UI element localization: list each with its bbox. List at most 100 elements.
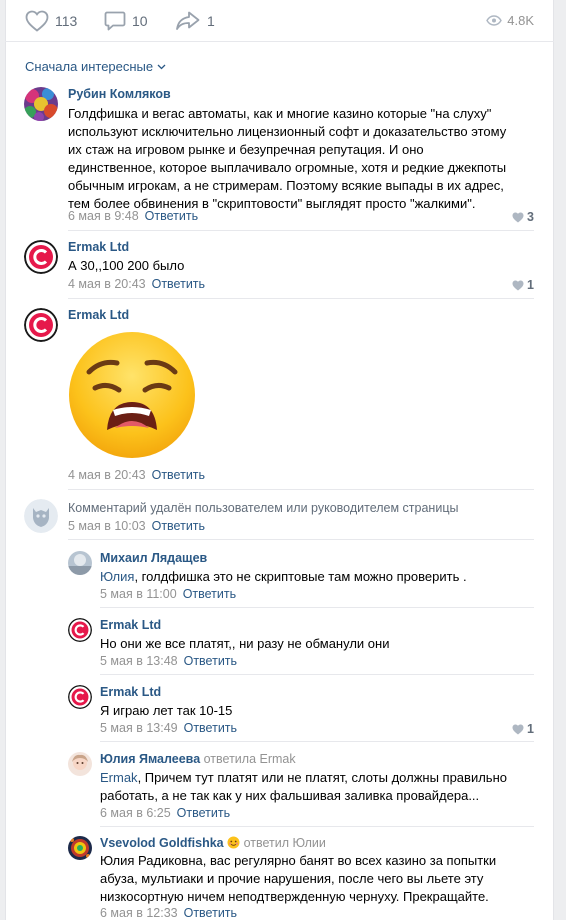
- reply-author[interactable]: Ermak Ltd: [100, 685, 161, 699]
- comment-meta: 4 мая в 20:43 Ответить: [68, 468, 205, 482]
- reply-date[interactable]: 5 мая в 11:00: [100, 587, 177, 601]
- reply-button[interactable]: Ответить: [152, 519, 205, 533]
- comment-meta: 5 мая в 10:03 Ответить: [68, 519, 205, 533]
- avatar[interactable]: [68, 618, 92, 642]
- divider: [100, 826, 534, 827]
- mention-link[interactable]: Юлия: [100, 569, 134, 584]
- reply-like-button[interactable]: 1: [512, 722, 534, 736]
- reply-author-name[interactable]: Vsevolod Goldfishka: [100, 836, 224, 850]
- avatar-image: [68, 836, 92, 860]
- mention-link[interactable]: Ermak: [100, 770, 138, 785]
- reply-button[interactable]: Ответить: [184, 654, 237, 668]
- reply-date[interactable]: 5 мая в 13:49: [100, 721, 178, 735]
- reply-text: Ermak, Причем тут платят или не платят, …: [100, 769, 507, 805]
- reply-relation[interactable]: ответил Юлии: [244, 836, 326, 850]
- comment-text: Голдфишка и вегас автоматы, как и многие…: [68, 105, 538, 213]
- avatar[interactable]: [24, 87, 58, 121]
- comment-author[interactable]: Рубин Комляков: [68, 87, 171, 101]
- comment-date[interactable]: 6 мая в 9:48: [68, 209, 139, 223]
- comment-icon: [104, 11, 126, 31]
- reply-author-name[interactable]: Юлия Ямалеева: [100, 752, 200, 766]
- sort-label: Сначала интересные: [25, 59, 154, 74]
- avatar[interactable]: [24, 240, 58, 274]
- reply-button[interactable]: Ответить: [184, 906, 237, 920]
- share-arrow-icon: [176, 11, 200, 30]
- reply-meta: 5 мая в 13:49 Ответить: [100, 721, 237, 735]
- avatar[interactable]: [68, 752, 92, 776]
- reply-text-body: , голдфишка это не скриптовые там можно …: [134, 569, 467, 584]
- reply-text: Я играю лет так 10-15: [100, 703, 233, 718]
- comment-date[interactable]: 4 мая в 20:43: [68, 468, 146, 482]
- comment-author[interactable]: Ermak Ltd: [68, 240, 129, 254]
- comment-date[interactable]: 5 мая в 10:03: [68, 519, 146, 533]
- heart-icon: [25, 10, 49, 32]
- comment-meta: 4 мая в 20:43 Ответить: [68, 277, 205, 291]
- reply-button[interactable]: Ответить: [183, 587, 236, 601]
- divider: [100, 674, 534, 675]
- share-button[interactable]: 1: [175, 10, 215, 32]
- comment-line: их стаж на игровом рынке и безупречная р…: [68, 142, 424, 157]
- reply-author: Vsevolod Goldfishka ответил Юлии: [100, 836, 326, 850]
- ermak-logo-icon: [68, 618, 92, 642]
- avatar-deleted: [24, 499, 58, 533]
- chevron-down-icon: [157, 64, 166, 70]
- reply-line: абуза, мультиаки и прочие нарушения, пос…: [100, 871, 484, 886]
- avatar-image: [24, 87, 58, 121]
- comment-date[interactable]: 4 мая в 20:43: [68, 277, 146, 291]
- reply-button[interactable]: Ответить: [145, 209, 198, 223]
- like-button[interactable]: 113: [25, 10, 77, 32]
- ermak-logo-icon: [68, 685, 92, 709]
- reply-date[interactable]: 5 мая в 13:48: [100, 654, 178, 668]
- reply-meta: 6 мая в 12:33 Ответить: [100, 906, 237, 920]
- heart-icon: [512, 724, 524, 734]
- reply-line: низкосортную ничем неподтвержденную черн…: [100, 889, 489, 904]
- reply-date[interactable]: 6 мая в 6:25: [100, 806, 171, 820]
- reply-author[interactable]: Ermak Ltd: [100, 618, 161, 632]
- blush-emoji-icon: [227, 836, 240, 849]
- comment-like-button[interactable]: 3: [512, 210, 534, 224]
- comment-text: А 30,,100 200 было: [68, 258, 185, 273]
- reply-button[interactable]: Ответить: [152, 468, 205, 482]
- reply-button[interactable]: Ответить: [177, 806, 230, 820]
- divider: [100, 741, 534, 742]
- eye-icon: [486, 15, 503, 26]
- like-count: 113: [55, 13, 78, 29]
- avatar[interactable]: [68, 836, 92, 860]
- comment-meta: 6 мая в 9:48 Ответить: [68, 209, 198, 223]
- share-count: 1: [207, 13, 215, 29]
- comment-like-button[interactable]: 1: [512, 278, 534, 292]
- comment-line: Голдфишка и вегас автоматы, как и многие…: [68, 106, 492, 121]
- comment-author[interactable]: Ermak Ltd: [68, 308, 129, 322]
- avatar[interactable]: [24, 308, 58, 342]
- weary-face-emoji: [67, 330, 197, 463]
- reply-author[interactable]: Михаил Лядащев: [100, 551, 207, 565]
- post-actions-bar: 113 10 1 4.8K: [5, 0, 554, 42]
- comment-line: используют исключительно лицензионный со…: [68, 124, 507, 139]
- deleted-comment-text: Комментарий удалён пользователем или рук…: [68, 501, 459, 515]
- card-border-right: [553, 0, 554, 920]
- views-count: 4.8K: [507, 13, 534, 28]
- reply-relation[interactable]: ответила Ermak: [204, 752, 296, 766]
- avatar-image: [68, 752, 92, 776]
- reply-button[interactable]: Ответить: [184, 721, 237, 735]
- divider: [68, 230, 534, 231]
- avatar[interactable]: [68, 685, 92, 709]
- comment-line: обычным игрокам, а не стримерам. Поэтому…: [68, 178, 504, 193]
- divider: [68, 539, 534, 540]
- avatar-image: [68, 551, 92, 575]
- reply-like-count: 1: [527, 722, 534, 736]
- post-card: 113 10 1 4.8K Сначала интересные Рубин К…: [5, 0, 554, 920]
- reply-date[interactable]: 6 мая в 12:33: [100, 906, 178, 920]
- avatar[interactable]: [68, 551, 92, 575]
- deleted-user-icon: [24, 499, 58, 533]
- divider: [100, 607, 534, 608]
- comment-like-count: 1: [527, 278, 534, 292]
- sort-dropdown[interactable]: Сначала интересные: [25, 59, 166, 74]
- comment-line: единственное, которое выплачивало огромн…: [68, 160, 507, 175]
- reply-button[interactable]: Ответить: [152, 277, 205, 291]
- comment-button[interactable]: 10: [104, 10, 148, 32]
- heart-icon: [512, 280, 524, 290]
- reply-text: Юлия Радиковна, вас регулярно банят во в…: [100, 852, 496, 906]
- comment-like-count: 3: [527, 210, 534, 224]
- reply-meta: 5 мая в 13:48 Ответить: [100, 654, 237, 668]
